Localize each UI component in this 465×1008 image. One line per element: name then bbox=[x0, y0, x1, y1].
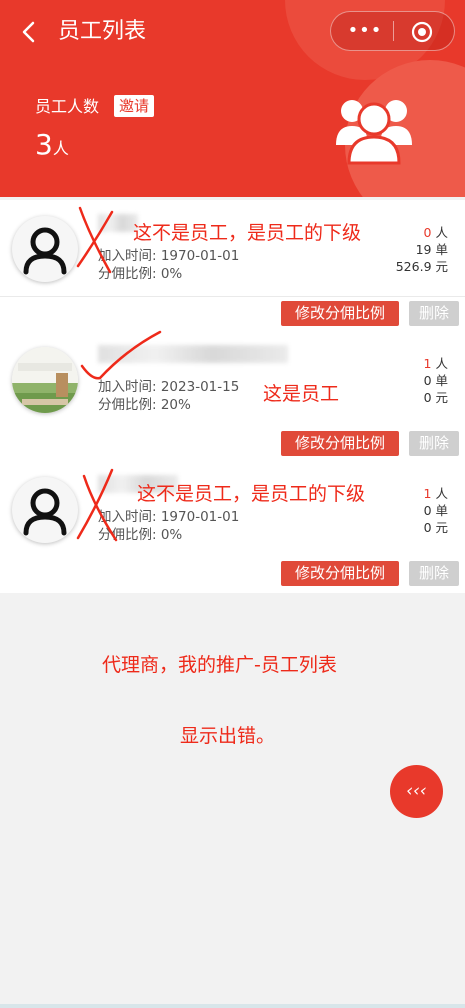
annotation-note: 显示出错。 bbox=[180, 725, 276, 747]
more-menu-icon[interactable]: ••• bbox=[343, 18, 387, 44]
annotation-text: 这不是员工，是员工的下级 bbox=[137, 483, 366, 505]
default-avatar-icon bbox=[12, 216, 78, 282]
header: 员工列表 ••• 员工人数 邀请 3人 bbox=[0, 0, 465, 197]
stat-orders: 0 单 bbox=[423, 373, 448, 388]
bottom-edge bbox=[0, 1004, 465, 1008]
stat-people: 0 人 bbox=[424, 224, 448, 241]
stat-amount: 0 元 bbox=[423, 520, 448, 535]
delete-button[interactable]: 删除 bbox=[409, 301, 459, 326]
people-unit: 人 bbox=[435, 486, 448, 501]
delete-button[interactable]: 删除 bbox=[409, 561, 459, 586]
employee-card[interactable]: 加入时间: 2023-01-15 分佣比例: 20% 1 人 0 单 0 元 bbox=[0, 331, 465, 428]
employee-count-unit: 人 bbox=[52, 139, 69, 158]
commission-rate: 分佣比例: 20% bbox=[98, 397, 191, 413]
cross-mark-annotation bbox=[76, 468, 118, 542]
card-actions: 修改分佣比例 删除 bbox=[0, 427, 465, 463]
capsule-divider bbox=[393, 21, 394, 41]
annotation-note: 代理商，我的推广-员工列表 bbox=[102, 654, 337, 676]
stat-orders: 19 单 bbox=[415, 242, 448, 257]
invite-button[interactable]: 邀请 bbox=[114, 95, 155, 117]
edit-commission-button[interactable]: 修改分佣比例 bbox=[281, 561, 399, 586]
stat-amount: 526.9 元 bbox=[395, 259, 448, 274]
back-arrow-icon[interactable] bbox=[14, 17, 44, 47]
edit-commission-button[interactable]: 修改分佣比例 bbox=[281, 431, 399, 456]
cross-mark-annotation bbox=[76, 206, 114, 274]
page-title: 员工列表 bbox=[58, 19, 147, 44]
people-count: 1 bbox=[423, 486, 432, 501]
employee-count: 3人 bbox=[35, 128, 69, 162]
floating-action-button[interactable]: ‹‹‹ bbox=[390, 765, 443, 818]
annotation-text: 这是员工 bbox=[263, 383, 340, 405]
people-count: 1 bbox=[423, 356, 432, 371]
employee-photo-avatar bbox=[12, 347, 78, 413]
mini-program-capsule: ••• bbox=[330, 11, 455, 51]
stat-people: 1 人 bbox=[424, 355, 448, 372]
annotation-text: 这不是员工，是员工的下级 bbox=[133, 222, 362, 244]
default-avatar-icon bbox=[12, 477, 78, 543]
group-users-icon bbox=[335, 95, 413, 165]
card-actions: 修改分佣比例 删除 bbox=[0, 297, 465, 333]
card-actions: 修改分佣比例 删除 bbox=[0, 557, 465, 593]
stat-orders: 0 单 bbox=[423, 503, 448, 518]
people-count: 0 bbox=[423, 225, 432, 240]
employee-card[interactable]: 加入时间: 1970-01-01 分佣比例: 0% 1 人 0 单 0 元 bbox=[0, 461, 465, 558]
stat-people: 1 人 bbox=[424, 485, 448, 502]
delete-button[interactable]: 删除 bbox=[409, 431, 459, 456]
people-unit: 人 bbox=[435, 356, 448, 371]
employee-count-value: 3 bbox=[35, 128, 53, 161]
edit-commission-button[interactable]: 修改分佣比例 bbox=[281, 301, 399, 326]
stat-amount: 0 元 bbox=[423, 390, 448, 405]
close-miniprogram-icon[interactable] bbox=[411, 21, 433, 43]
employee-count-label: 员工人数 bbox=[35, 97, 100, 116]
people-unit: 人 bbox=[435, 225, 448, 240]
check-mark-annotation bbox=[80, 330, 162, 380]
